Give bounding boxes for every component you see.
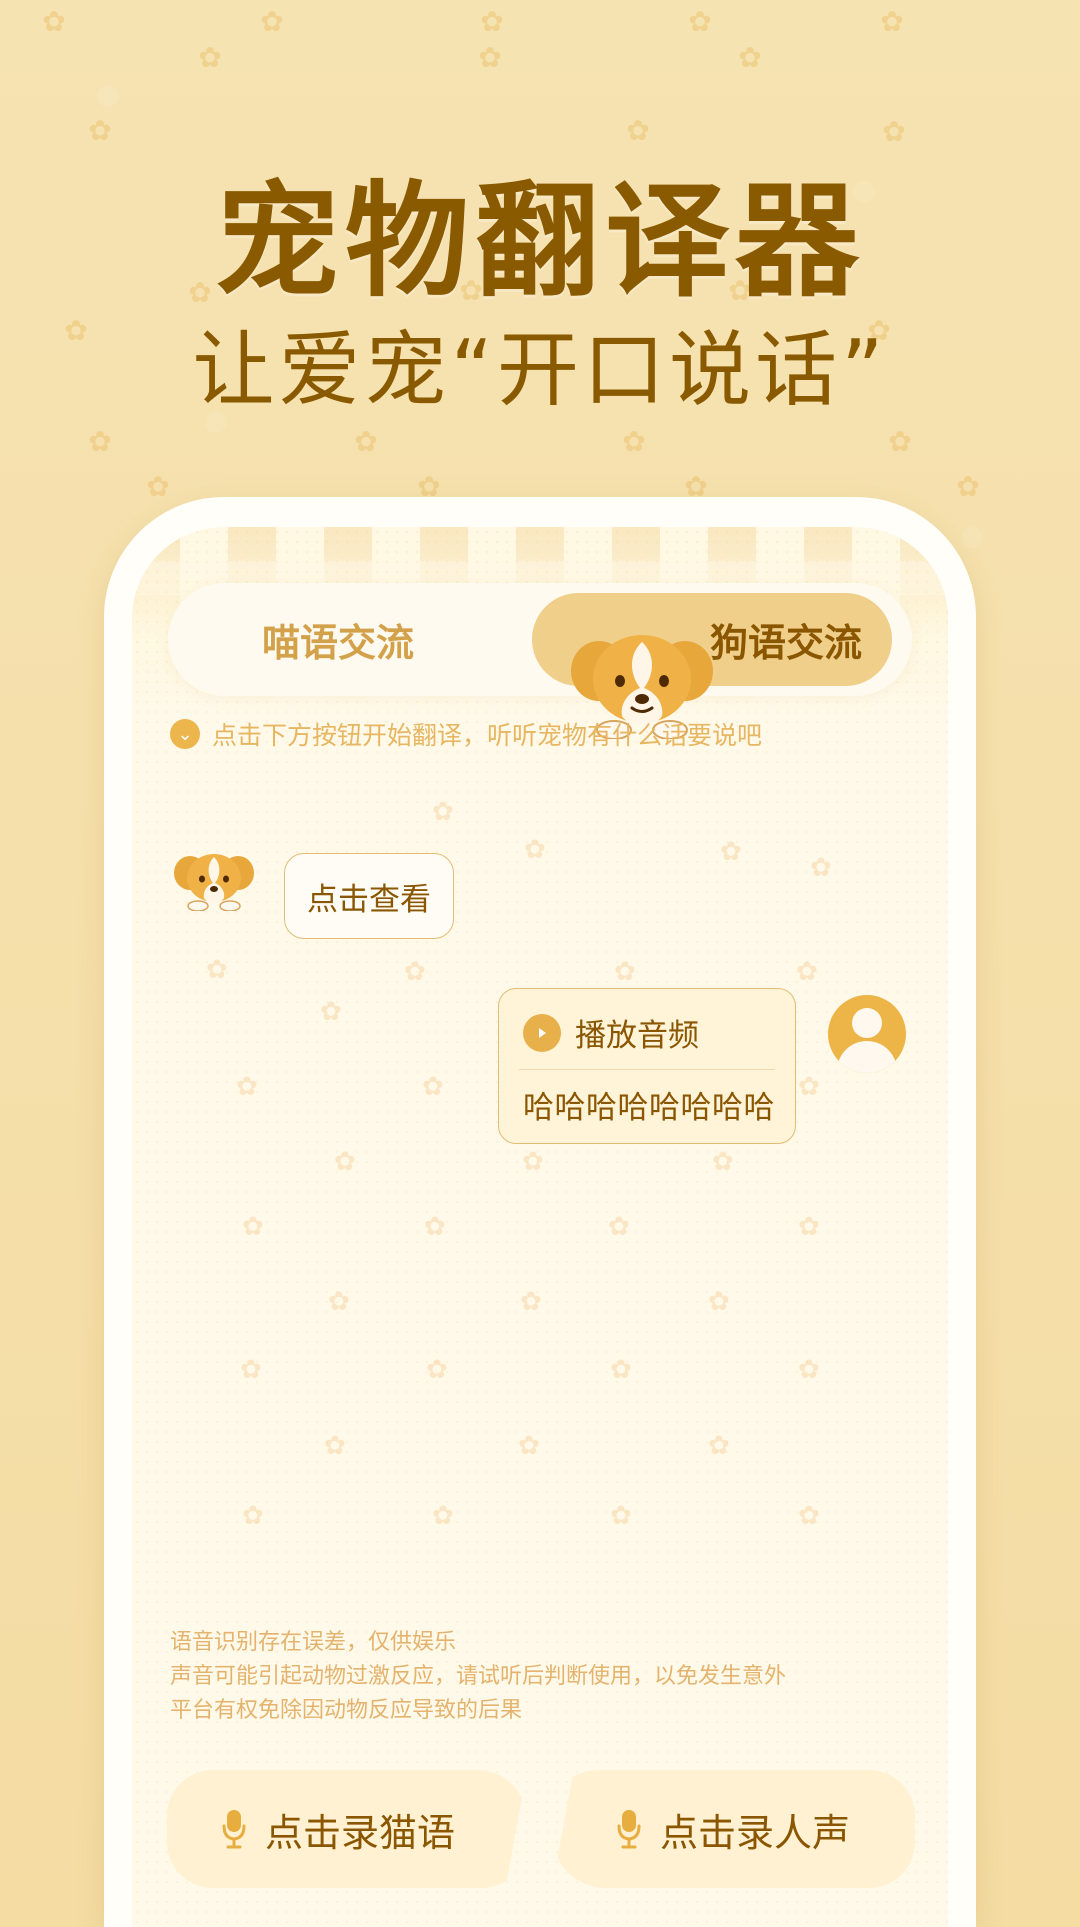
record-human-label: 点击录人声 <box>660 1810 851 1855</box>
star-icon: ✿ <box>738 41 762 74</box>
star-icon: ✿ <box>324 1431 346 1461</box>
star-icon: ✿ <box>334 1147 356 1177</box>
translated-text: 哈哈哈哈哈哈哈哈 <box>523 1090 775 1126</box>
star-icon: ✿ <box>480 5 504 38</box>
star-icon: ✿ <box>712 1147 734 1177</box>
star-icon: ✿ <box>88 425 112 458</box>
disclaimer-line-3: 平台有权免除因动物反应导致的后果 <box>170 1698 523 1723</box>
star-icon: ✿ <box>956 470 980 503</box>
star-icon: ✿ <box>520 1287 542 1317</box>
star-icon: ✿ <box>42 5 66 38</box>
microphone-icon <box>617 1810 641 1849</box>
instruction-hint: ⌄ 点击下方按钮开始翻译，听听宠物有什么话要说吧 <box>170 717 910 751</box>
play-audio-label: 播放音频 <box>575 1018 699 1054</box>
microphone-icon <box>222 1810 246 1849</box>
star-icon: ✿ <box>810 853 832 883</box>
star-icon: ✿ <box>688 5 712 38</box>
star-icon: ✿ <box>242 1212 264 1242</box>
star-icon: ✿ <box>720 837 742 867</box>
star-icon: ✿ <box>424 1212 446 1242</box>
star-icon: ✿ <box>614 957 636 987</box>
mode-tabs: 喵语交流 狗语交流 <box>168 583 912 696</box>
bubble-divider <box>519 1069 775 1070</box>
star-icon: ✿ <box>798 1212 820 1242</box>
view-result-bubble[interactable]: 点击查看 <box>284 853 454 939</box>
play-icon <box>523 1013 561 1052</box>
record-cat-label: 点击录猫语 <box>265 1810 456 1855</box>
star-icon: ✿ <box>798 1501 820 1531</box>
user-avatar <box>828 995 906 1073</box>
star-icon: ✿ <box>888 425 912 458</box>
record-human-button[interactable]: 点击录人声 <box>552 1770 915 1888</box>
app-screen: ✿ ✿ ✿ ✿ ✿ ✿ ✿ ✿ ✿ ✿ ✿ ✿ ✿ ✿ ✿ ✿ ✿ ✿ ✿ ✿ … <box>132 527 948 1927</box>
star-icon: ✿ <box>422 1072 444 1102</box>
star-icon: ✿ <box>260 5 284 38</box>
star-icon: ✿ <box>524 835 546 865</box>
star-icon: ✿ <box>610 1501 632 1531</box>
tab-cat-chat[interactable]: 喵语交流 <box>188 593 488 686</box>
disclaimer-text-block: 语音识别存在误差，仅供娱乐 声音可能引起动物过激反应，请试听后判断使用，以免发生… <box>170 1626 910 1728</box>
disclaimer-line-2: 声音可能引起动物过激反应，请试听后判断使用，以免发生意外 <box>170 1664 787 1689</box>
star-icon: ✿ <box>880 5 904 38</box>
play-audio-button[interactable]: 播放音频 <box>523 1010 699 1055</box>
star-icon: ✿ <box>796 957 818 987</box>
star-icon: ✿ <box>146 470 170 503</box>
audio-message-bubble: 播放音频 哈哈哈哈哈哈哈哈 <box>498 988 796 1144</box>
phone-mockup: ✿ ✿ ✿ ✿ ✿ ✿ ✿ ✿ ✿ ✿ ✿ ✿ ✿ ✿ ✿ ✿ ✿ ✿ ✿ ✿ … <box>104 497 976 1927</box>
star-icon: ✿ <box>432 797 454 827</box>
star-icon: ✿ <box>328 1287 350 1317</box>
dog-avatar-icon <box>174 854 254 911</box>
star-icon: ✿ <box>240 1355 262 1385</box>
disclaimer-line-1: 语音识别存在误差，仅供娱乐 <box>170 1630 457 1655</box>
star-icon: ✿ <box>708 1287 730 1317</box>
star-icon: ✿ <box>206 955 228 985</box>
star-icon: ✿ <box>798 1072 820 1102</box>
instruction-text: 点击下方按钮开始翻译，听听宠物有什么话要说吧 <box>212 721 763 750</box>
star-icon: ✿ <box>354 425 378 458</box>
star-icon: ✿ <box>608 1212 630 1242</box>
star-icon: ✿ <box>610 1355 632 1385</box>
avatar-body-icon <box>837 1041 897 1073</box>
star-icon: ✿ <box>404 957 426 987</box>
star-icon: ✿ <box>478 41 502 74</box>
star-icon: ✿ <box>198 41 222 74</box>
star-icon: ✿ <box>426 1355 448 1385</box>
page-subtitle: 让爱宠“开口说话” <box>192 323 888 418</box>
star-icon: ✿ <box>432 1501 454 1531</box>
star-icon: ✿ <box>320 997 342 1027</box>
record-cat-button[interactable]: 点击录猫语 <box>167 1770 527 1888</box>
page-title: 宠物翻译器 <box>214 170 865 314</box>
star-icon: ✿ <box>518 1431 540 1461</box>
star-icon: ✿ <box>242 1501 264 1531</box>
avatar-head-icon <box>852 1008 882 1038</box>
star-icon: ✿ <box>622 425 646 458</box>
star-icon: ✿ <box>708 1431 730 1461</box>
double-chevron-down-icon: ⌄ <box>170 719 200 749</box>
star-icon: ✿ <box>522 1147 544 1177</box>
star-icon: ✿ <box>236 1072 258 1102</box>
star-icon: ✿ <box>798 1355 820 1385</box>
